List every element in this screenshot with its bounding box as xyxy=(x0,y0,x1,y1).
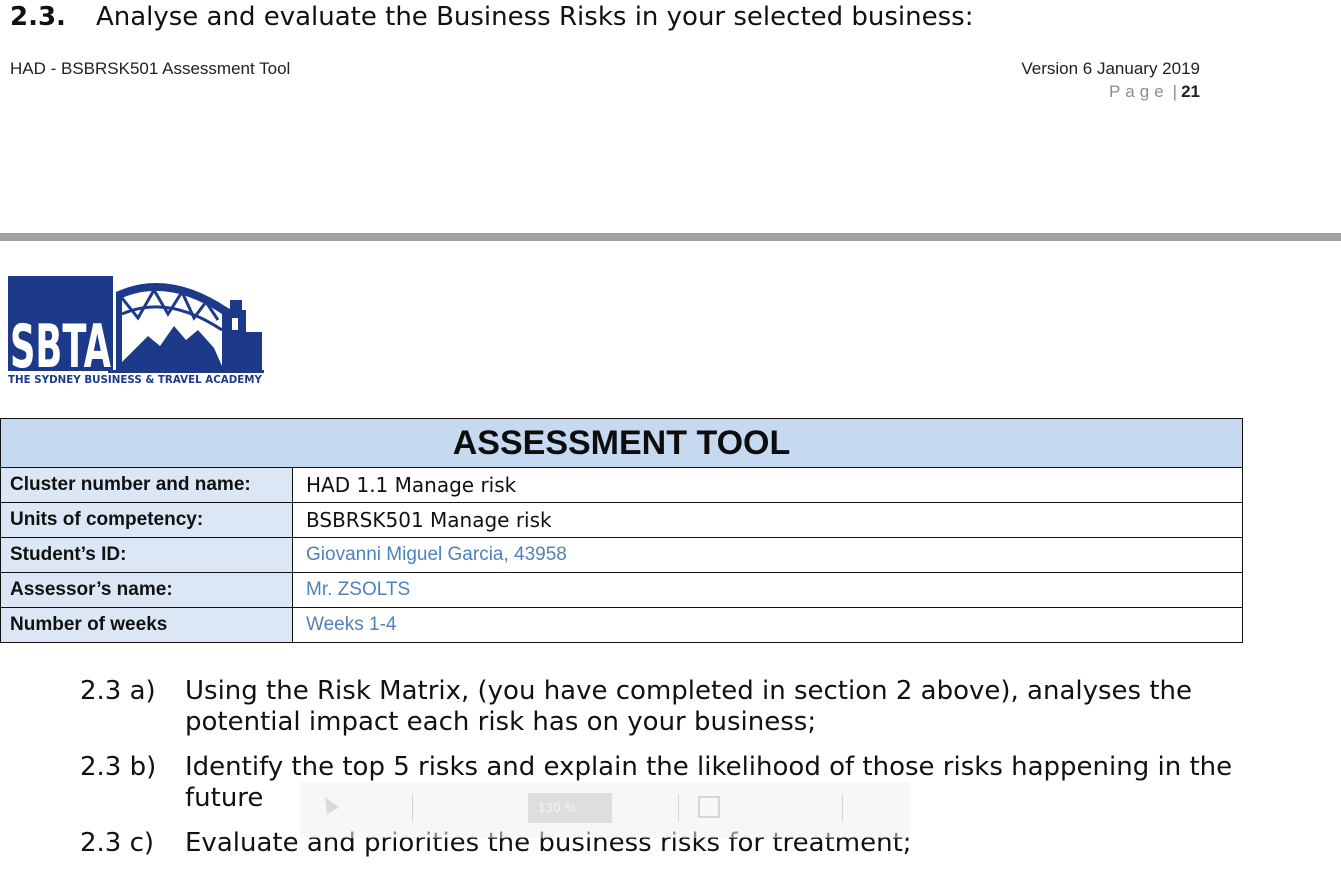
table-row: Cluster number and name: HAD 1.1 Manage … xyxy=(0,467,1243,503)
viewer-toolbar: 130 % xyxy=(300,782,910,838)
logo-tagline: THE SYDNEY BUSINESS & TRAVEL ACADEMY xyxy=(8,374,262,386)
table-row: Number of weeks Weeks 1-4 xyxy=(0,607,1243,643)
cluster-value[interactable]: HAD 1.1 Manage risk xyxy=(292,467,1243,503)
task-text: Using the Risk Matrix, (you have complet… xyxy=(185,676,1193,737)
page-break xyxy=(0,233,1341,241)
section-heading: 2.3. Analyse and evaluate the Business Ri… xyxy=(10,2,973,32)
page-number: 21 xyxy=(1181,82,1200,101)
page-word: Page xyxy=(1108,82,1169,101)
assessment-tool-table: ASSESSMENT TOOL Cluster number and name:… xyxy=(0,418,1243,643)
table-row: Assessor’s name: Mr. ZSOLTS xyxy=(0,572,1243,608)
page-separator: | xyxy=(1172,82,1178,101)
student-id-field[interactable]: Giovanni Miguel Garcia, 43958 xyxy=(292,537,1243,573)
logo-letters: SBTA xyxy=(10,312,111,382)
toolbar-divider xyxy=(842,794,843,822)
task-number: 2.3 c) xyxy=(80,828,155,858)
save-icon[interactable] xyxy=(698,796,720,818)
list-item: 2.3 a) Using the Risk Matrix, (you have … xyxy=(80,676,1280,738)
student-id-label: Student’s ID: xyxy=(0,537,293,573)
task-number: 2.3 a) xyxy=(80,676,156,706)
task-list: 2.3 a) Using the Risk Matrix, (you have … xyxy=(80,676,1280,873)
page-number-line: Page | 21 xyxy=(1021,82,1200,102)
cluster-label: Cluster number and name: xyxy=(0,467,293,503)
footer-right: Version 6 January 2019 Page | 21 xyxy=(1021,59,1200,102)
units-value[interactable]: BSBRSK501 Manage risk xyxy=(292,502,1243,538)
toolbar-divider xyxy=(678,794,679,822)
weeks-label: Number of weeks xyxy=(0,607,293,643)
units-label: Units of competency: xyxy=(0,502,293,538)
assessor-label: Assessor’s name: xyxy=(0,572,293,608)
footer-document-title: HAD - BSBRSK501 Assessment Tool xyxy=(10,59,291,78)
weeks-field[interactable]: Weeks 1-4 xyxy=(292,607,1243,643)
toolbar-divider xyxy=(412,794,413,822)
cursor-icon[interactable] xyxy=(318,793,340,815)
zoom-select[interactable]: 130 % xyxy=(528,793,612,823)
task-number: 2.3 b) xyxy=(80,752,157,782)
section-number: 2.3. xyxy=(10,2,66,32)
assessor-field[interactable]: Mr. ZSOLTS xyxy=(292,572,1243,608)
footer-version: Version 6 January 2019 xyxy=(1021,59,1200,78)
table-row: Units of competency: BSBRSK501 Manage ri… xyxy=(0,502,1243,538)
table-title: ASSESSMENT TOOL xyxy=(0,418,1243,468)
previous-page-bottom: 2.3. Analyse and evaluate the Business Ri… xyxy=(0,0,1341,232)
section-heading-text: Analyse and evaluate the Business Risks … xyxy=(95,2,974,32)
sbta-logo: SBTA THE SYDNEY BUSINESS & TRAVEL ACADEM… xyxy=(8,274,264,386)
table-row: Student’s ID: Giovanni Miguel Garcia, 43… xyxy=(0,537,1243,573)
